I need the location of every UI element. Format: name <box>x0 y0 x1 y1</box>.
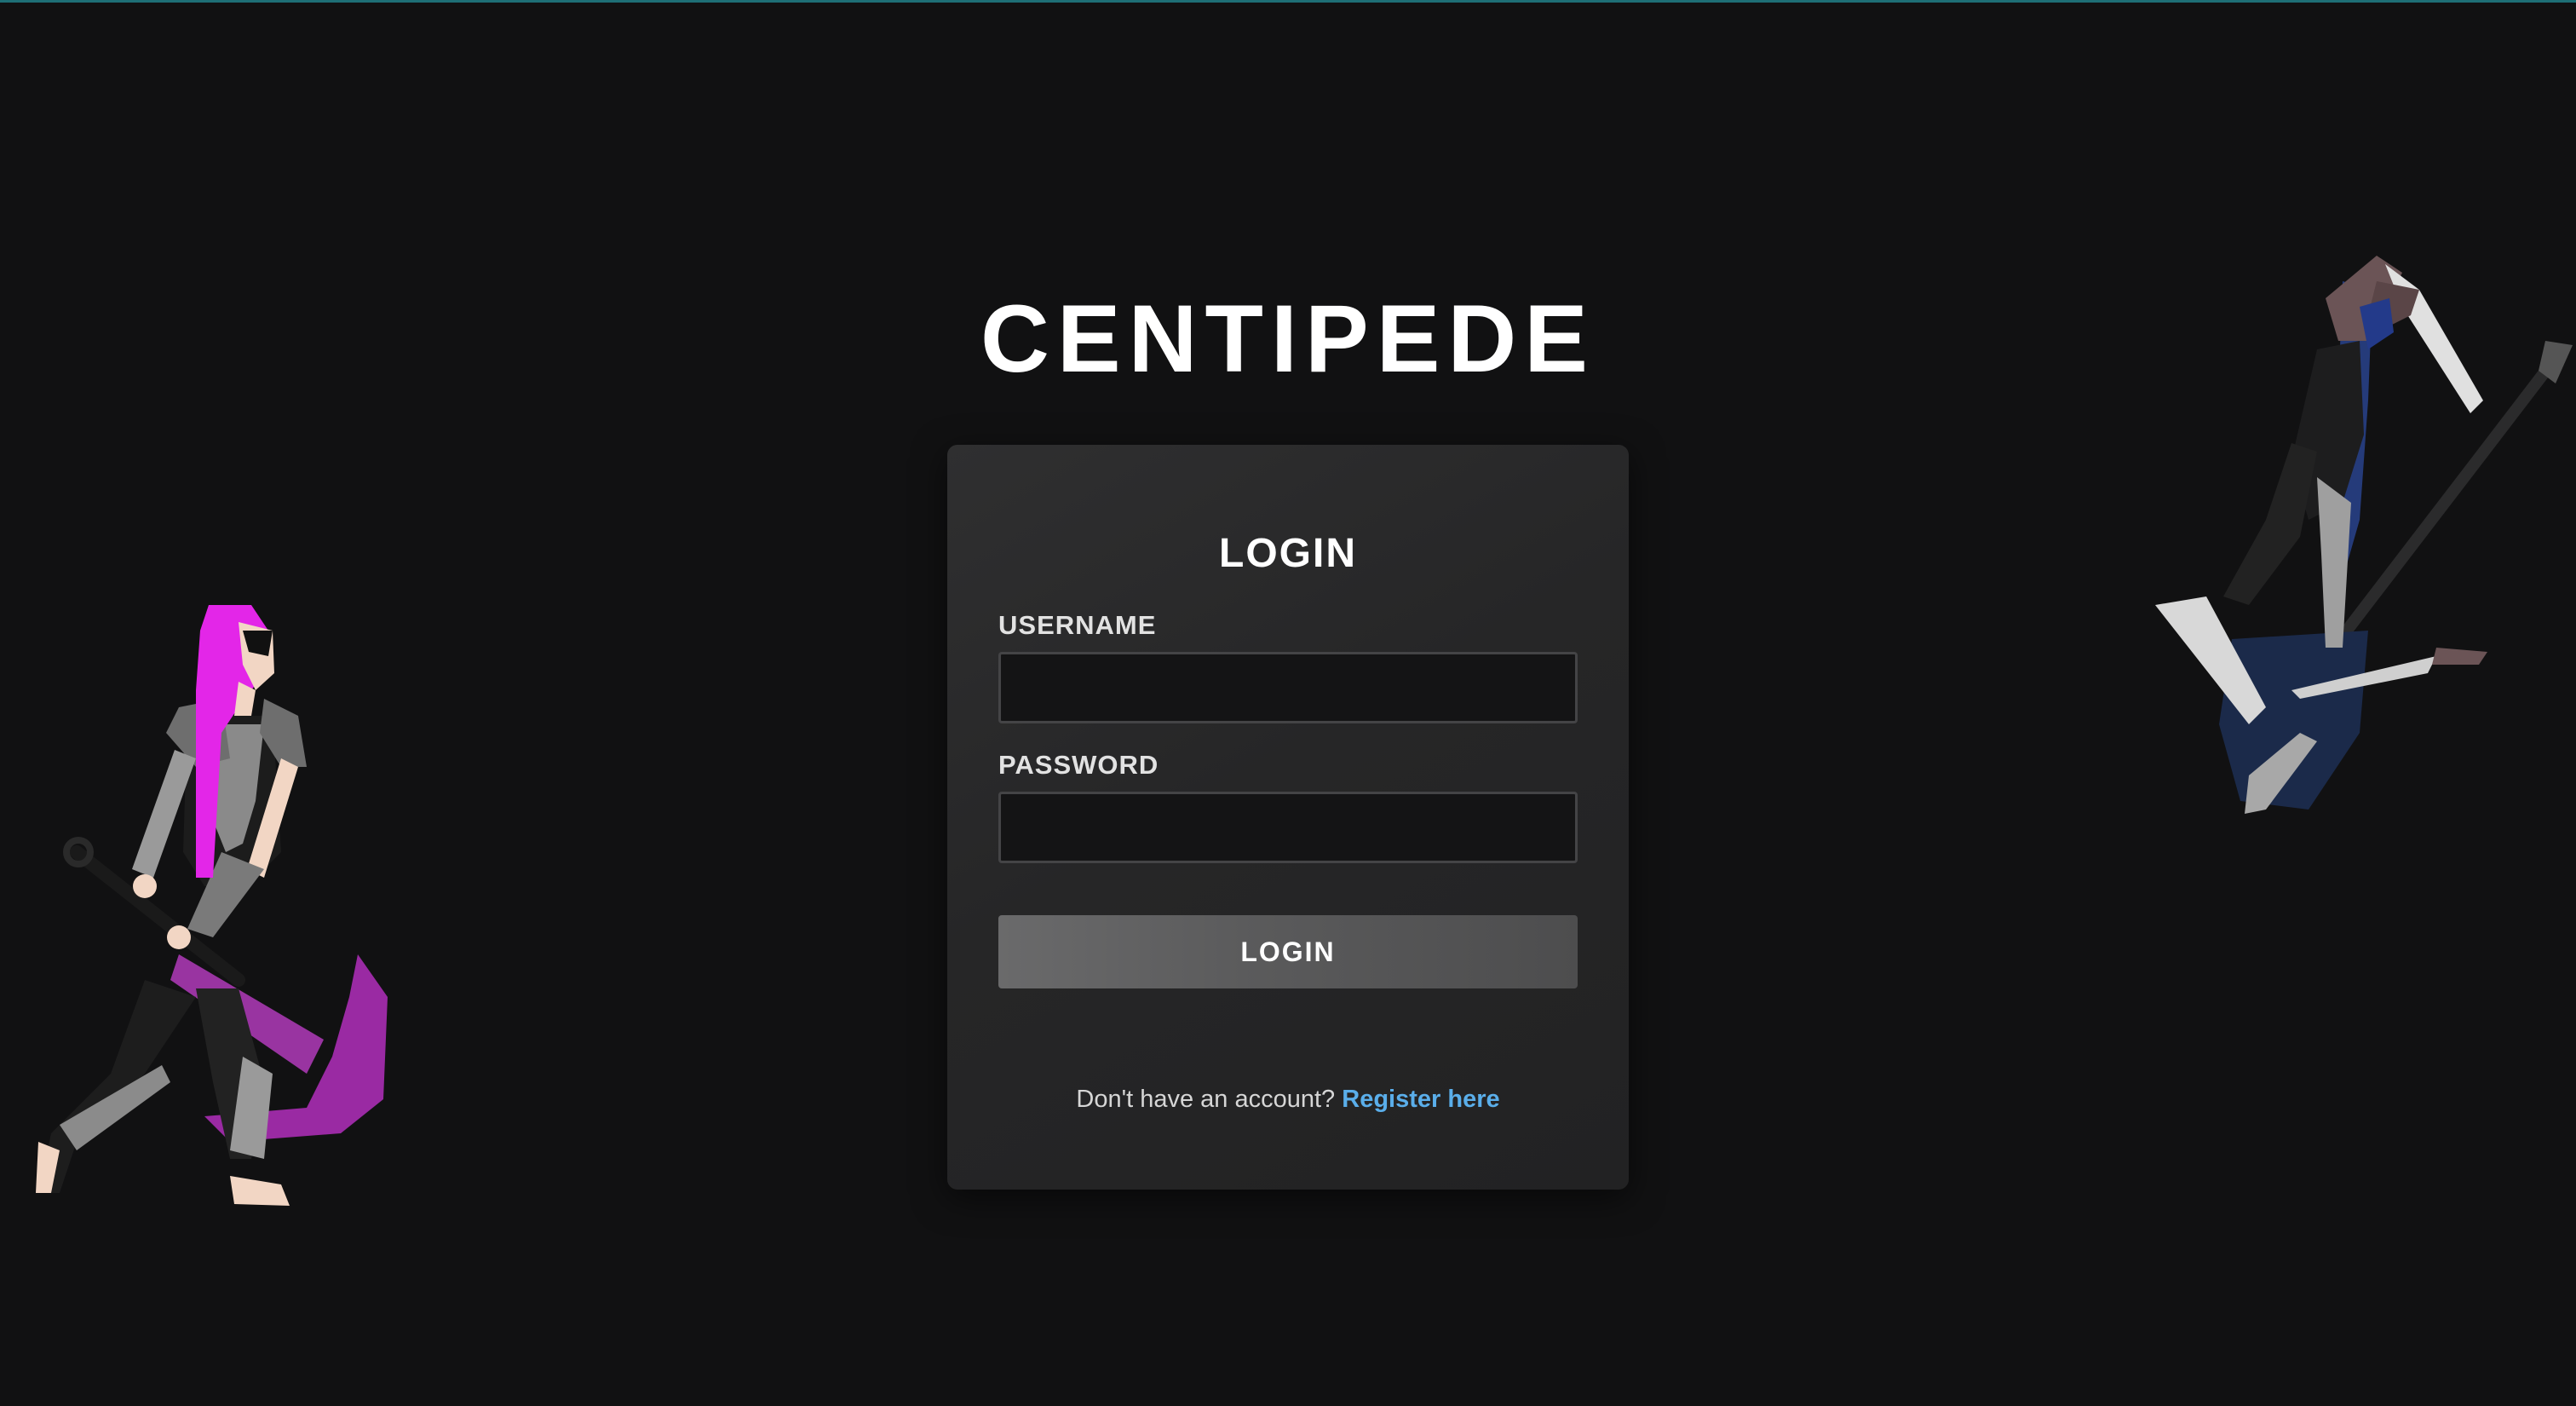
password-input[interactable] <box>998 792 1578 863</box>
register-link[interactable]: Register here <box>1342 1086 1499 1113</box>
login-button[interactable]: LOGIN <box>998 915 1578 988</box>
username-input[interactable] <box>998 652 1578 723</box>
register-prompt-text: Don't have an account? <box>1076 1086 1343 1113</box>
password-label: PASSWORD <box>998 750 1159 780</box>
register-prompt-row: Don't have an account? Register here <box>947 1082 1629 1116</box>
login-card: LOGIN USERNAME PASSWORD LOGIN Don't have… <box>947 445 1629 1190</box>
left-warrior-illustration <box>36 605 388 1206</box>
app-title: CENTIPEDE <box>980 285 1596 392</box>
login-heading: LOGIN <box>1219 531 1357 576</box>
top-accent-line <box>0 0 2576 3</box>
username-label: USERNAME <box>998 610 1157 640</box>
